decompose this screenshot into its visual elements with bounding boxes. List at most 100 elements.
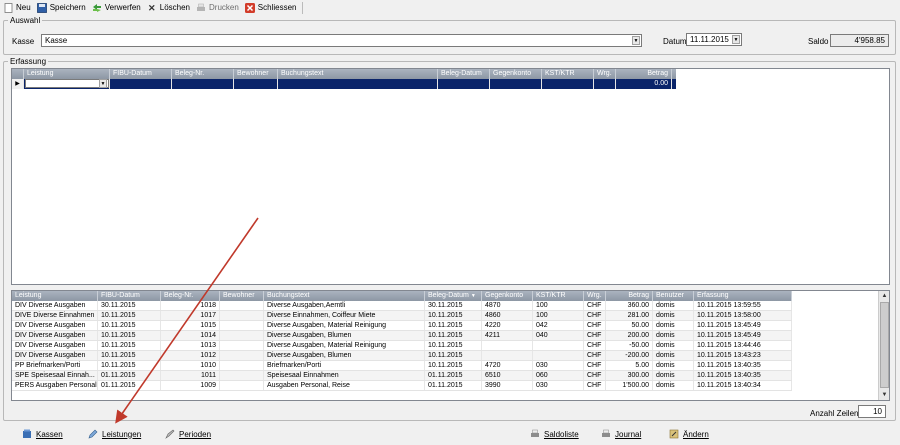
col-header[interactable]: Leistung — [24, 69, 110, 79]
col-header[interactable]: Erfassung — [694, 291, 792, 301]
scroll-thumb[interactable] — [880, 302, 889, 388]
kasse-value: Kasse — [45, 36, 68, 45]
new-button[interactable]: Neu — [3, 1, 31, 14]
printer-icon — [530, 429, 540, 439]
table-cell-benutzer: domis — [653, 381, 694, 390]
table-row[interactable]: DIV Diverse Ausgaben 10.11.2015 1012 Divers… — [12, 351, 792, 361]
bewohner-cell[interactable] — [234, 79, 278, 89]
col-header[interactable]: Betrag — [616, 69, 672, 79]
col-header-sorted[interactable]: Beleg-Datum ▼ — [425, 291, 482, 301]
col-header[interactable]: Beleg-Nr. — [172, 69, 234, 79]
kassen-label: Kassen — [36, 429, 63, 439]
col-header[interactable]: Beleg-Nr. — [161, 291, 220, 301]
table-row[interactable]: DIV Diverse Ausgaben 10.11.2015 1015 Divers… — [12, 321, 792, 331]
entry-grid: Leistung FIBU-Datum Beleg-Nr. Bewohner B… — [11, 68, 890, 285]
discard-arrows-icon — [92, 3, 102, 13]
table-cell-text: Diverse Ausgaben, Blumen — [264, 351, 425, 360]
table-cell-belegdatum: 10.11.2015 — [425, 331, 482, 340]
scroll-down-icon[interactable]: ▼ — [879, 390, 889, 400]
col-header[interactable]: Leistung — [12, 291, 98, 301]
save-button[interactable]: Speichern — [36, 1, 86, 14]
table-cell-fibu: 10.11.2015 — [98, 321, 161, 330]
perioden-button[interactable]: Perioden — [165, 429, 211, 439]
table-row[interactable]: DIV Diverse Ausgaben 10.11.2015 1014 Divers… — [12, 331, 792, 341]
col-header[interactable]: Benutzer — [653, 291, 694, 301]
kst-cell[interactable] — [542, 79, 594, 89]
aendern-button[interactable]: Ändern — [669, 429, 709, 439]
kassen-button[interactable]: Kassen — [22, 429, 63, 439]
chevron-down-icon[interactable]: ▼ — [732, 35, 740, 44]
scroll-up-icon[interactable]: ▲ — [879, 291, 889, 301]
table-cell-wrg: CHF — [584, 321, 606, 330]
entry-new-row[interactable]: ▶ ▼ 0.00 — [12, 79, 676, 89]
table-cell-beleg: 1013 — [161, 341, 220, 350]
beleg-cell[interactable] — [172, 79, 234, 89]
wrg-cell[interactable] — [594, 79, 616, 89]
table-cell-belegdatum: 10.11.2015 — [425, 341, 482, 350]
table-cell-erfassung: 10.11.2015 13:40:35 — [694, 371, 792, 380]
saldoliste-label: Saldoliste — [544, 429, 579, 439]
col-header[interactable]: Gegenkonto — [490, 69, 542, 79]
col-header[interactable]: FIBU-Datum — [98, 291, 161, 301]
table-row[interactable]: SPE Speisesaal Einnah... 01.11.2015 1011 Sp… — [12, 371, 792, 381]
close-button[interactable]: Schliessen — [244, 1, 296, 14]
anzahl-input[interactable]: 10 — [858, 405, 886, 418]
table-cell-fibu: 30.11.2015 — [98, 301, 161, 310]
saldoliste-button[interactable]: Saldoliste — [530, 429, 579, 439]
table-cell-fibu: 10.11.2015 — [98, 341, 161, 350]
table-row[interactable]: DIV Diverse Ausgaben 10.11.2015 1013 Divers… — [12, 341, 792, 351]
col-header[interactable]: Beleg-Datum — [438, 69, 490, 79]
betrag-cell[interactable]: 0.00 — [616, 79, 672, 89]
table-row[interactable]: PP Briefmarken/Porti 10.11.2015 1010 Briefm… — [12, 361, 792, 371]
chevron-down-icon[interactable]: ▼ — [632, 36, 640, 45]
leistungen-button[interactable]: Leistungen — [88, 429, 141, 439]
table-cell-beleg: 1011 — [161, 371, 220, 380]
anzahl-value: 10 — [873, 407, 882, 416]
delete-button[interactable]: ✕ Löschen — [147, 1, 190, 14]
table-cell-fibu: 10.11.2015 — [98, 331, 161, 340]
belegdatum-cell[interactable] — [438, 79, 490, 89]
col-header[interactable]: Betrag — [606, 291, 653, 301]
table-cell-gegenkonto: 6510 — [482, 371, 533, 380]
col-header[interactable]: Gegenkonto — [482, 291, 533, 301]
table-row[interactable]: PERS Ausgaben Personal 01.11.2015 1009 Ausg… — [12, 381, 792, 391]
saldo-field: 4'958.85 — [830, 34, 889, 47]
table-row[interactable]: DIV Diverse Ausgaben 30.11.2015 1018 Divers… — [12, 301, 792, 311]
table-cell-belegdatum: 10.11.2015 — [425, 351, 482, 360]
table-cell-gegenkonto: 4860 — [482, 311, 533, 320]
datum-label: Datum — [663, 37, 687, 46]
table-cell-betrag: 281.00 — [606, 311, 653, 320]
chevron-down-icon[interactable]: ▼ — [99, 79, 107, 88]
col-header[interactable]: Buchungstext — [264, 291, 425, 301]
journal-scrollbar[interactable]: ▲ ▼ — [878, 291, 889, 400]
table-cell-wrg: CHF — [584, 351, 606, 360]
selection-legend: Auswahl — [10, 16, 41, 25]
col-header[interactable]: FIBU-Datum — [110, 69, 172, 79]
table-cell-belegdatum: 10.11.2015 — [425, 311, 482, 320]
col-header[interactable]: Bewohner — [220, 291, 264, 301]
col-header[interactable]: Buchungstext — [278, 69, 438, 79]
table-cell-benutzer: domis — [653, 351, 694, 360]
table-cell-fibu: 10.11.2015 — [98, 351, 161, 360]
toolbar: Neu Speichern Verwerfen ✕ Löschen Drucken… — [0, 0, 900, 15]
col-header[interactable]: Wrg. — [584, 291, 606, 301]
save-disk-icon — [36, 2, 47, 13]
text-cell[interactable] — [278, 79, 438, 89]
fibu-cell[interactable] — [110, 79, 172, 89]
table-cell-gegenkonto: 3990 — [482, 381, 533, 390]
col-header[interactable]: Bewohner — [234, 69, 278, 79]
journal-button[interactable]: Journal — [601, 429, 641, 439]
col-header[interactable]: Wrg. — [594, 69, 616, 79]
table-cell-leistung: DIV Diverse Ausgaben — [12, 301, 98, 310]
col-header[interactable]: KST/KTR — [542, 69, 594, 79]
print-button[interactable]: Drucken — [196, 1, 239, 14]
table-row[interactable]: DIVE Diverse Einnahmen 10.11.2015 1017 Dive… — [12, 311, 792, 321]
table-cell-benutzer: domis — [653, 341, 694, 350]
gegenkonto-cell[interactable] — [490, 79, 542, 89]
col-header[interactable]: KST/KTR — [533, 291, 584, 301]
discard-button[interactable]: Verwerfen — [92, 1, 141, 14]
leistung-combo[interactable]: ▼ — [24, 79, 110, 89]
datum-picker[interactable]: 11.11.2015 ▼ — [686, 33, 742, 46]
kasse-select[interactable]: Kasse ▼ — [41, 34, 642, 47]
pencil-icon — [88, 429, 98, 439]
